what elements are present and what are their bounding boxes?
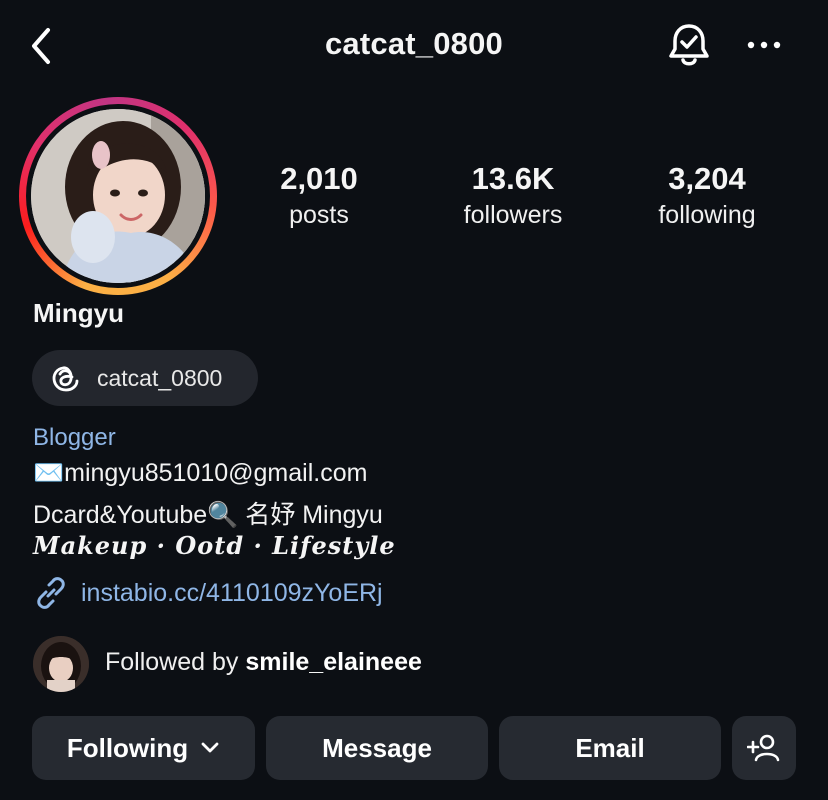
profile-display-name: Mingyu [33, 298, 124, 328]
stat-following-count: 3,204 [668, 161, 746, 196]
stat-followers-count: 13.6K [471, 161, 555, 196]
followed-by-avatar[interactable] [33, 636, 89, 692]
threads-badge[interactable]: catcat_0800 [32, 350, 258, 406]
followed-by-text[interactable]: Followed by smile_elaineee [105, 648, 422, 677]
following-button-label: Following [66, 732, 189, 763]
stat-posts[interactable]: 2,010 posts [224, 160, 414, 232]
bio-email-line: ✉️mingyu851010@gmail.com [33, 459, 368, 487]
stat-posts-count: 2,010 [280, 161, 358, 196]
message-button-label: Message [322, 732, 432, 763]
profile-avatar[interactable] [31, 109, 205, 283]
threads-icon [52, 366, 79, 392]
threads-handle: catcat_0800 [97, 364, 223, 391]
bio-category: Blogger [33, 424, 116, 451]
bio-channels-line: Dcard&Youtube🔍 名妤 Mingyu [33, 501, 383, 529]
email-button[interactable]: Email [499, 716, 721, 780]
stat-followers-label: followers [463, 201, 563, 229]
followed-by-user[interactable]: smile_elaineee [245, 648, 422, 676]
bio-link-text: instabio.cc/4110109zYoERj [81, 578, 383, 607]
add-person-icon [747, 734, 780, 762]
stat-following[interactable]: 3,204 following [612, 160, 802, 232]
more-options-icon[interactable] [746, 36, 782, 54]
notification-bell-icon[interactable] [666, 20, 712, 70]
stat-followers[interactable]: 13.6K followers [418, 160, 608, 232]
email-button-label: Email [575, 732, 645, 763]
message-button[interactable]: Message [266, 716, 488, 780]
link-icon [37, 577, 65, 609]
stat-posts-label: posts [289, 201, 349, 229]
bio-link[interactable]: instabio.cc/4110109zYoERj [33, 575, 383, 611]
chevron-down-icon [201, 742, 219, 753]
suggest-people-button[interactable] [732, 716, 796, 780]
stat-following-label: following [658, 201, 756, 229]
followed-by-prefix: Followed by [105, 648, 246, 676]
following-button[interactable]: Following [32, 716, 255, 780]
bio-style-line: Makeup · Ootd · Lifestyle [33, 531, 396, 560]
